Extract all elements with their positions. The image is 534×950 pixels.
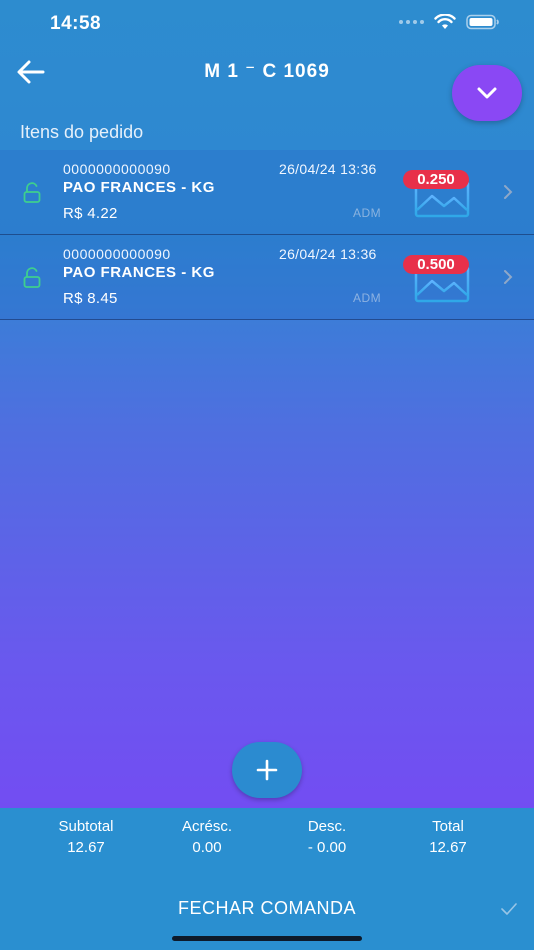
wifi-icon	[434, 14, 456, 29]
quantity-badge: 0.250	[403, 170, 469, 189]
item-name: PAO FRANCES - KG	[63, 264, 215, 281]
item-code: 0000000000090	[63, 161, 171, 177]
section-title: Itens do pedido	[20, 122, 144, 142]
item-date: 26/04/24 13:36	[279, 161, 377, 177]
close-order-button[interactable]: FECHAR COMANDA	[0, 898, 534, 919]
subtotal-value: 12.67	[67, 839, 105, 856]
chevron-right-icon	[504, 270, 513, 284]
item-price: R$ 8.45	[63, 290, 118, 307]
dropdown-button[interactable]	[452, 65, 522, 121]
desconto-value: - 0.00	[307, 839, 347, 856]
page-title: M 1 ⁻ C 1069	[204, 61, 330, 82]
unlock-icon[interactable]	[22, 267, 42, 289]
desconto-label: Desc.	[307, 818, 347, 835]
chevron-right-icon	[504, 185, 513, 199]
acrescimo-column: Acrésc. 0.00	[147, 818, 267, 856]
total-value: 12.67	[429, 839, 467, 856]
order-item-row[interactable]: 0000000000090 26/04/24 13:36 PAO FRANCES…	[0, 150, 534, 235]
status-bar: 14:58	[0, 0, 534, 50]
totals-summary: Subtotal 12.67 Acrésc. 0.00 Desc. - 0.00…	[0, 818, 534, 860]
plus-icon	[256, 759, 278, 781]
desconto-column: Desc. - 0.00	[267, 818, 387, 856]
items-list: 0000000000090 26/04/24 13:36 PAO FRANCES…	[0, 150, 534, 320]
total-column: Total 12.67	[388, 818, 508, 856]
battery-icon	[466, 14, 499, 30]
item-name: PAO FRANCES - KG	[63, 179, 215, 196]
item-user: ADM	[353, 206, 382, 220]
item-code: 0000000000090	[63, 246, 171, 262]
unlock-icon[interactable]	[22, 182, 42, 204]
status-time: 14:58	[50, 13, 102, 34]
home-indicator	[172, 936, 362, 941]
item-user: ADM	[353, 291, 382, 305]
total-label: Total	[432, 818, 464, 835]
chevron-down-icon	[477, 87, 497, 99]
add-item-button[interactable]	[232, 742, 302, 798]
acrescimo-label: Acrésc.	[181, 818, 232, 835]
acrescimo-value: 0.00	[192, 839, 222, 856]
footer: Subtotal 12.67 Acrésc. 0.00 Desc. - 0.00…	[0, 808, 534, 950]
order-item-row[interactable]: 0000000000090 26/04/24 13:36 PAO FRANCES…	[0, 235, 534, 320]
subtotal-label: Subtotal	[58, 818, 114, 835]
item-price: R$ 4.22	[63, 205, 118, 222]
status-icons	[399, 14, 500, 30]
check-icon[interactable]	[500, 901, 518, 917]
subtotal-column: Subtotal 12.67	[26, 818, 146, 856]
signal-icon	[399, 20, 424, 24]
item-date: 26/04/24 13:36	[279, 246, 377, 262]
quantity-badge: 0.500	[403, 255, 469, 274]
